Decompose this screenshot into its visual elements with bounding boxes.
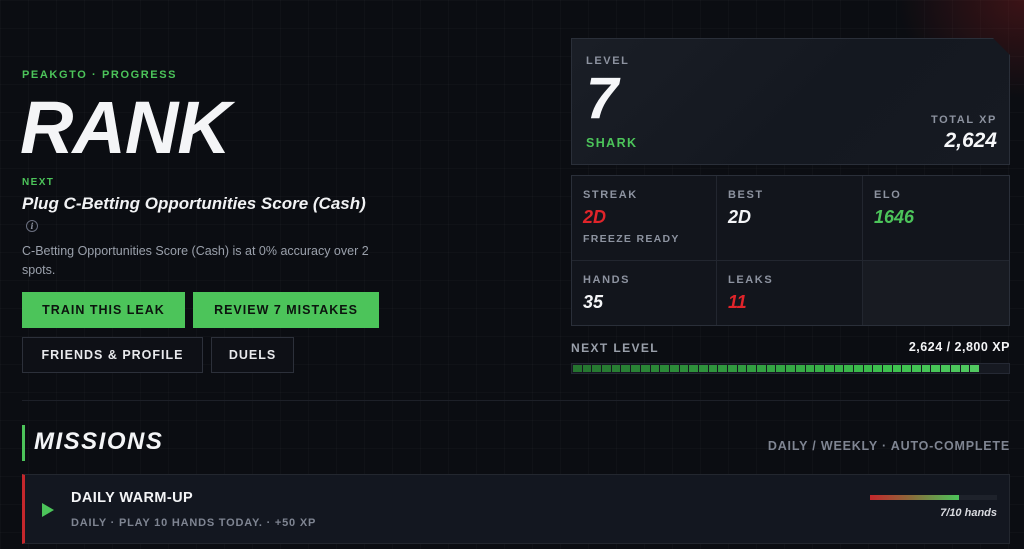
stats-grid: STREAK 2D FREEZE READY BEST 2D ELO 1646 … (571, 175, 1010, 326)
play-icon[interactable] (42, 503, 54, 517)
next-level-segment (834, 365, 844, 372)
duels-button[interactable]: DUELS (211, 337, 294, 373)
next-level-segment (650, 365, 660, 372)
next-level-segment (853, 365, 863, 372)
next-level-segment (912, 365, 921, 372)
info-icon[interactable]: i (26, 220, 38, 232)
next-level-segment (747, 365, 757, 372)
next-level-segment (873, 365, 882, 372)
hands-label: HANDS (583, 274, 631, 286)
next-level-segment (621, 365, 631, 372)
mission-description: DAILY · PLAY 10 HANDS TODAY. · +50 XP (71, 517, 317, 529)
next-level-segment (931, 365, 941, 372)
next-level-segment (941, 365, 950, 372)
next-level-segment (863, 365, 873, 372)
streak-value: 2D (583, 207, 607, 227)
section-divider (22, 400, 1010, 401)
mission-title: DAILY WARM-UP (71, 490, 194, 506)
leaks-value: 11 (728, 292, 747, 312)
next-leak-title-text: Plug C-Betting Opportunities Score (Cash… (22, 194, 366, 213)
elo-label: ELO (874, 189, 902, 201)
next-level-segment (660, 365, 669, 372)
total-xp-value: 2,624 (944, 129, 997, 152)
stat-empty-cell (863, 261, 1009, 325)
friends-profile-button[interactable]: FRIENDS & PROFILE (22, 337, 203, 373)
stat-streak: STREAK 2D FREEZE READY (572, 176, 717, 261)
level-tier: SHARK (586, 136, 638, 150)
next-level-segment (679, 365, 689, 372)
page-title: RANK (20, 86, 231, 169)
mission-progress-text: 7/10 hands (940, 507, 997, 519)
next-level-segment (786, 365, 795, 372)
missions-accent-bar (22, 425, 25, 461)
next-level-value: 2,624 / 2,800 XP (908, 340, 1010, 354)
next-level-segment (592, 365, 602, 372)
next-level-label: NEXT LEVEL (571, 341, 660, 355)
next-level-segment (582, 365, 592, 372)
train-leak-button[interactable]: TRAIN THIS LEAK (22, 292, 185, 328)
next-level-segment (640, 365, 650, 372)
next-level-segment (883, 365, 892, 372)
next-level-segment (999, 365, 1008, 372)
next-level-segment (708, 365, 718, 372)
stat-best: BEST 2D (717, 176, 863, 261)
missions-meta: DAILY / WEEKLY · AUTO-COMPLETE (767, 439, 1010, 453)
level-number: 7 (586, 66, 619, 131)
next-level-segment (795, 365, 805, 372)
review-mistakes-button[interactable]: REVIEW 7 MISTAKES (193, 292, 379, 328)
next-level-segment (921, 365, 931, 372)
next-level-segment (737, 365, 747, 372)
section-eyebrow: PEAKGTO · PROGRESS (22, 69, 178, 81)
next-level-segment (776, 365, 786, 372)
missions-heading: MISSIONS (34, 428, 164, 455)
next-level-segment (602, 365, 611, 372)
next-level-segment (892, 365, 902, 372)
next-level-segment (757, 365, 766, 372)
next-level-segment (970, 365, 979, 372)
next-level-segment (611, 365, 621, 372)
mission-item[interactable]: DAILY WARM-UP DAILY · PLAY 10 HANDS TODA… (22, 474, 1010, 544)
next-level-segment (815, 365, 824, 372)
next-level-progress-bar (571, 363, 1010, 374)
next-level-segment (979, 365, 989, 372)
next-level-segment (728, 365, 737, 372)
next-level-segment (844, 365, 853, 372)
total-xp-label: TOTAL XP (931, 114, 997, 126)
stat-hands: HANDS 35 (572, 261, 717, 325)
next-level-segment (805, 365, 815, 372)
mission-progress-fill (870, 495, 959, 500)
elo-value: 1646 (874, 207, 915, 227)
next-level-segment (960, 365, 970, 372)
next-level-segment (766, 365, 776, 372)
next-level-segment (689, 365, 698, 372)
level-card: LEVEL 7 SHARK TOTAL XP 2,624 (571, 38, 1010, 165)
next-leak-title: Plug C-Betting Opportunities Score (Cash… (22, 193, 372, 237)
next-level-segment (718, 365, 727, 372)
next-level-segment (902, 365, 912, 372)
mission-progress-bar (870, 495, 997, 500)
streak-label: STREAK (583, 189, 638, 201)
next-level-segment (631, 365, 640, 372)
stat-elo: ELO 1646 (863, 176, 1009, 261)
leaks-label: LEAKS (728, 274, 774, 286)
best-value: 2D (728, 207, 752, 227)
next-leak-description: C-Betting Opportunities Score (Cash) is … (22, 244, 369, 277)
next-level-segment (824, 365, 834, 372)
next-level-segment (989, 365, 999, 372)
best-label: BEST (728, 189, 764, 201)
next-level-segment (669, 365, 679, 372)
next-level-segment (698, 365, 708, 372)
stat-leaks: LEAKS 11 (717, 261, 863, 325)
next-level-segment (573, 365, 582, 372)
hands-value: 35 (583, 292, 604, 312)
next-label: NEXT (22, 177, 55, 188)
streak-freeze-status: FREEZE READY (583, 233, 680, 245)
next-level-segment (950, 365, 960, 372)
